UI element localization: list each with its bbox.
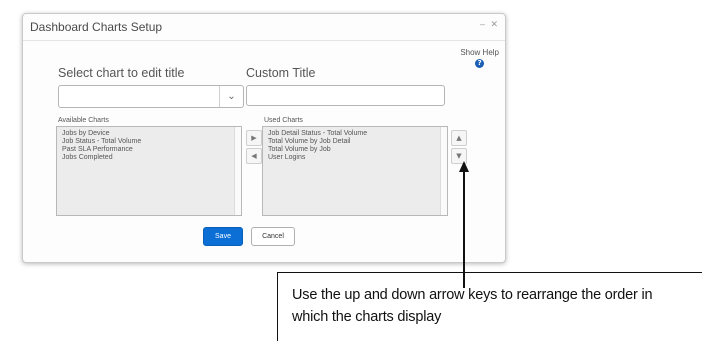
- list-item[interactable]: Total Volume by Job Detail: [268, 138, 447, 146]
- dashboard-charts-setup-dialog: Dashboard Charts Setup – ✕ Show Help ? S…: [22, 13, 506, 263]
- used-charts-list[interactable]: Job Detail Status - Total Volume Total V…: [262, 126, 448, 216]
- minimize-icon[interactable]: –: [480, 19, 485, 29]
- callout-box: Use the up and down arrow keys to rearra…: [277, 272, 702, 341]
- chevron-down-icon[interactable]: ⌄: [219, 86, 243, 107]
- show-help-link[interactable]: Show Help ?: [460, 48, 499, 68]
- callout-text-line1: Use the up and down arrow keys to rearra…: [292, 287, 653, 303]
- used-charts-scrollbar[interactable]: [440, 127, 447, 215]
- show-help-label: Show Help: [460, 48, 499, 57]
- help-icon[interactable]: ?: [475, 59, 485, 68]
- available-charts-scrollbar[interactable]: [234, 127, 241, 215]
- dialog-title: Dashboard Charts Setup: [30, 20, 163, 34]
- used-charts-label: Used Charts: [264, 117, 303, 124]
- list-item[interactable]: Total Volume by Job: [268, 146, 447, 154]
- move-up-button[interactable]: ▲: [451, 130, 467, 146]
- callout-text-line2: which the charts display: [292, 309, 442, 325]
- cancel-button[interactable]: Cancel: [251, 227, 295, 246]
- select-chart-label: Select chart to edit title: [58, 66, 185, 80]
- list-item[interactable]: User Logins: [268, 154, 447, 162]
- available-charts-list[interactable]: Jobs by Device Job Status - Total Volume…: [56, 126, 242, 216]
- list-item[interactable]: Job Detail Status - Total Volume: [268, 130, 447, 138]
- move-left-button[interactable]: ◀: [246, 148, 262, 164]
- close-icon[interactable]: ✕: [490, 19, 498, 30]
- list-item[interactable]: Job Status - Total Volume: [62, 138, 241, 146]
- dialog-titlebar: Dashboard Charts Setup – ✕: [23, 14, 505, 41]
- select-chart-dropdown[interactable]: ⌄: [58, 85, 244, 108]
- custom-title-input[interactable]: [246, 85, 445, 106]
- list-item[interactable]: Jobs Completed: [62, 154, 241, 162]
- move-right-button[interactable]: ▶: [246, 130, 262, 146]
- list-item[interactable]: Jobs by Device: [62, 130, 241, 138]
- list-item[interactable]: Past SLA Performance: [62, 146, 241, 154]
- callout-pointer-line: [463, 170, 465, 288]
- available-charts-label: Available Charts: [58, 117, 109, 124]
- custom-title-label: Custom Title: [246, 66, 316, 80]
- save-button[interactable]: Save: [203, 227, 243, 246]
